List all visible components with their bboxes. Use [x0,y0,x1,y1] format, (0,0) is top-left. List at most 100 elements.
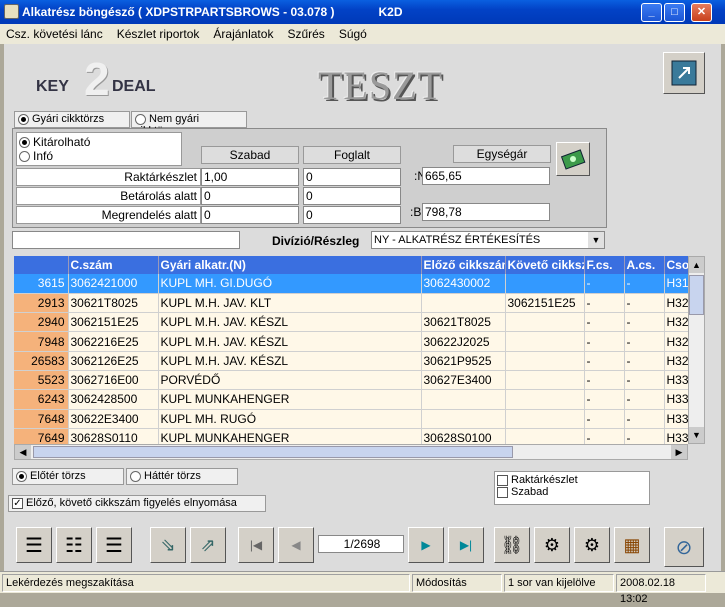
table-cell[interactable]: 2913 [14,293,69,314]
megrendeles-szabad-field[interactable]: 0 [201,206,299,224]
table-cell[interactable]: - [624,331,665,352]
table-cell[interactable] [421,389,506,410]
list-detail-button[interactable]: ☰ [16,527,52,563]
table-cell[interactable]: 30621P9525 [421,351,506,371]
table-cell[interactable]: - [624,428,665,444]
shelf-button[interactable]: ▦ [614,527,650,563]
chevron-down-icon[interactable]: ▼ [588,232,604,248]
col-header-rownum[interactable] [14,256,69,274]
table-cell[interactable]: H33 [664,370,688,391]
col-header-elozo[interactable]: Előző cikkszám [421,256,506,274]
col-header-csop[interactable]: Csop [664,256,688,274]
raktarkeszlet-szabad-field[interactable]: 1,00 [201,168,299,186]
tab-gyari-cikktorzs[interactable]: Gyári cikktörzs [14,111,130,128]
raktarkeszlet-foglalt-field[interactable]: 0 [303,168,401,186]
brutto-field[interactable]: 798,78 [422,203,550,221]
last-record-button[interactable]: ▶| [448,527,484,563]
table-row[interactable]: 7648 30622E3400 KUPL MH. RUGÓ - - H33 [14,409,688,429]
table-cell[interactable]: 7948 [14,331,69,352]
table-cell[interactable]: KUPL MH. GI.DUGÓ [158,274,422,294]
radio-info[interactable]: Infó [19,149,179,163]
table-cell[interactable] [421,409,506,429]
checkbox-szabad[interactable]: Szabad [497,486,647,498]
table-cell[interactable]: - [624,370,665,391]
table-cell[interactable] [505,370,585,391]
table-cell[interactable]: 2940 [14,312,69,333]
table-row[interactable]: 2913 30621T8025 KUPL M.H. JAV. KLT 3062151E… [14,293,688,314]
table-cell[interactable]: - [584,389,625,410]
table-cell[interactable] [505,351,585,371]
megrendeles-foglalt-field[interactable]: 0 [303,206,401,224]
table-cell[interactable]: - [624,351,665,371]
table-row[interactable]: 6243 3062428500 KUPL MUNKAHENGER - - H33 [14,389,688,410]
table-row[interactable]: 7948 3062216E25 KUPL M.H. JAV. KÉSZL 30622J… [14,331,688,352]
settings-query-button[interactable]: ⚙ [574,527,610,563]
betarolas-foglalt-field[interactable]: 0 [303,187,401,205]
table-cell[interactable]: - [624,293,665,314]
table-row[interactable]: 26583 3062126E25 KUPL M.H. JAV. KÉSZL 30621… [14,351,688,371]
scroll-thumb[interactable] [689,275,704,315]
maximize-button[interactable]: □ [664,3,685,22]
table-cell[interactable]: 3062716E00 [68,370,159,391]
table-row[interactable]: 3615 3062421000 KUPL MH. GI.DUGÓ 3062430002… [14,274,688,294]
tab-nem-gyari-cikktorzs[interactable]: Nem gyári cikktörzs [131,111,247,137]
table-cell[interactable]: 30628S0100 [421,428,506,444]
table-row[interactable]: 2940 3062151E25 KUPL M.H. JAV. KÉSZL 30621T… [14,312,688,333]
price-calc-button[interactable] [556,142,590,176]
table-cell[interactable]: - [584,331,625,352]
table-cell[interactable]: 3615 [14,274,69,294]
hscroll-thumb[interactable] [33,446,513,458]
table-cell[interactable]: H32 [664,293,688,314]
table-cell[interactable]: 5523 [14,370,69,391]
chain-button[interactable]: ⛓ [494,527,530,563]
table-cell[interactable]: 30621T8025 [421,312,506,333]
table-cell[interactable]: - [584,274,625,294]
table-cell[interactable]: KUPL M.H. JAV. KÉSZL [158,331,422,352]
betarolas-szabad-field[interactable]: 0 [201,187,299,205]
list-view-button[interactable]: ☷ [56,527,92,563]
first-record-button[interactable]: |◀ [238,527,274,563]
table-cell[interactable]: - [584,312,625,333]
table-cell[interactable]: 3062216E25 [68,331,159,352]
settings-help-button[interactable]: ⚙ [534,527,570,563]
table-cell[interactable]: 3062421000 [68,274,159,294]
minimize-button[interactable]: _ [641,3,662,22]
table-cell[interactable]: - [624,274,665,294]
checkbox-elnyomas[interactable]: ✓ Előző, követő cikkszám figyelés elnyomá… [8,495,266,512]
division-select[interactable]: NY - ALKATRÉSZ ÉRTÉKESÍTÉS ▼ [371,231,605,249]
table-cell[interactable]: KUPL M.H. JAV. KLT [158,293,422,314]
table-cell[interactable]: H32 [664,351,688,371]
table-cell[interactable]: - [584,293,625,314]
radio-kitarolhato[interactable]: Kitárolható [19,135,179,149]
scroll-up-icon[interactable]: ▲ [689,257,704,273]
col-header-koveto[interactable]: Követő cikkszám [505,256,585,274]
table-cell[interactable]: 3062126E25 [68,351,159,371]
table-cell[interactable]: 3062151E25 [505,293,585,314]
col-header-gyari-alkatr[interactable]: Gyári alkatr.(N) [158,256,422,274]
table-cell[interactable] [505,389,585,410]
table-cell[interactable]: - [584,428,625,444]
col-header-cszam[interactable]: C.szám [68,256,159,274]
table-cell[interactable]: KUPL M.H. JAV. KÉSZL [158,312,422,333]
table-cell[interactable] [505,274,585,294]
col-header-acs[interactable]: A.cs. [624,256,665,274]
table-cell[interactable] [505,409,585,429]
table-cell[interactable]: H33 [664,409,688,429]
checkbox-raktarkeszlet[interactable]: Raktárkészlet [497,474,647,486]
table-cell[interactable]: 30628S0110 [68,428,159,444]
table-cell[interactable]: H33 [664,389,688,410]
table-cell[interactable]: 30622J2025 [421,331,506,352]
table-cell[interactable]: H32 [664,331,688,352]
table-cell[interactable]: 30622E3400 [68,409,159,429]
table-cell[interactable]: 7649 [14,428,69,444]
table-cell[interactable]: PORVÉDŐ [158,370,422,391]
table-cell[interactable] [505,312,585,333]
list-info-button[interactable]: ☰ [96,527,132,563]
table-cell[interactable]: KUPL M.H. JAV. KÉSZL [158,351,422,371]
next-record-button[interactable]: ▶ [408,527,444,563]
table-cell[interactable]: 3062151E25 [68,312,159,333]
table-cell[interactable]: - [624,409,665,429]
table-cell[interactable]: - [584,351,625,371]
table-row[interactable]: 7649 30628S0110 KUPL MUNKAHENGER 30628S0100… [14,428,688,444]
scroll-left-icon[interactable]: ◀ [15,445,31,459]
